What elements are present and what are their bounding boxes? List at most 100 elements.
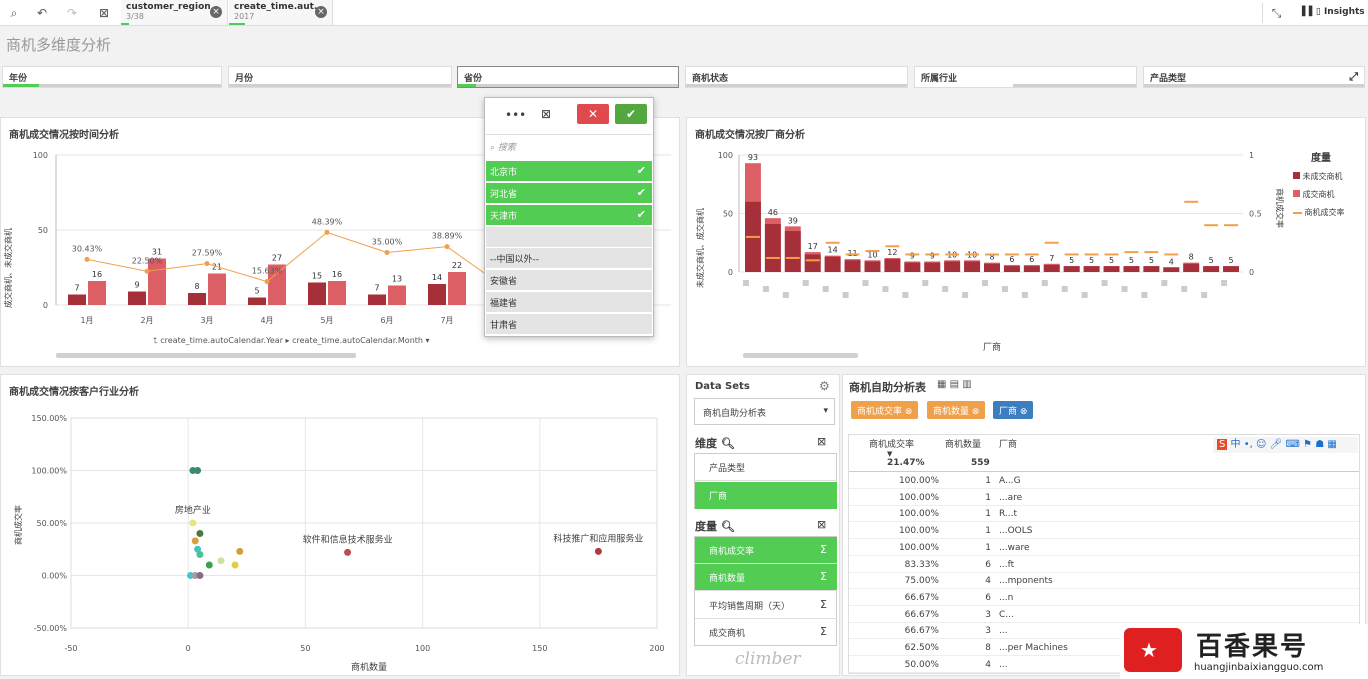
check-icon: ✔: [636, 186, 646, 199]
legend-item[interactable]: 未成交商机: [1293, 168, 1345, 186]
close-icon[interactable]: ⊗: [1020, 407, 1028, 417]
table-row[interactable]: 100.00% 1 ...ware: [849, 540, 1359, 556]
field-chip[interactable]: 商机数量 ⊗: [927, 401, 986, 419]
gear-icon[interactable]: ⚙: [819, 379, 830, 393]
clear-selections-icon[interactable]: ⊠: [92, 3, 116, 23]
divider: [849, 471, 1359, 472]
data-label: 22: [452, 261, 462, 270]
expand-icon[interactable]: ⤢: [1349, 70, 1358, 84]
column-header[interactable]: 商机数量: [945, 437, 981, 453]
filter-industry[interactable]: 所属行业: [914, 66, 1137, 88]
measure-item[interactable]: 商机数量 Σ: [695, 564, 837, 591]
table-cell: 100.00%: [898, 492, 939, 503]
x-tick-label: 7月: [440, 316, 453, 325]
table-icon[interactable]: ▦ ▤ ▥: [937, 379, 972, 390]
search-icon[interactable]: 🔍︎: [721, 520, 735, 533]
sigma-icon: Σ: [820, 625, 827, 638]
list-item[interactable]: 河北省 ✔: [486, 183, 652, 203]
table-row[interactable]: 75.00% 4 ...mponents: [849, 573, 1359, 590]
dimension-path[interactable]: ⮤ create_time.autoCalendar.Year ▸ create…: [153, 336, 430, 346]
table-cell: ...ft: [999, 559, 1015, 570]
cancel-button[interactable]: ✕: [577, 104, 609, 124]
vendor-chart[interactable]: 05010000.5193463917141110129910108667555…: [687, 118, 1367, 368]
x-tick-label-blur: [922, 280, 929, 286]
measures-heading: 度量 🔍︎: [695, 518, 735, 534]
measure-item[interactable]: 商机成交率 Σ: [695, 537, 837, 564]
scrollbar[interactable]: [56, 353, 356, 358]
list-item[interactable]: 福建省: [486, 292, 652, 312]
field-chip[interactable]: 厂商 ⊗: [993, 401, 1034, 419]
close-icon[interactable]: ×: [315, 6, 327, 18]
legend-item[interactable]: 成交商机: [1293, 186, 1345, 204]
point-label: 科技推广和应用服务业: [553, 532, 643, 544]
selection-value: 2017: [234, 12, 255, 21]
column-header[interactable]: 厂商: [999, 437, 1017, 453]
close-icon[interactable]: ×: [210, 6, 222, 18]
point-label: 房地产业: [175, 504, 211, 516]
x-tick-label-blur: [1201, 292, 1208, 298]
legend-title: 度量: [1311, 153, 1331, 164]
listbox-search[interactable]: ⌕ 搜索: [486, 134, 652, 158]
filter-product[interactable]: 产品类型 ⤢: [1143, 66, 1365, 88]
filter-status[interactable]: 商机状态: [685, 66, 908, 88]
x-tick-label-blur: [1221, 280, 1228, 286]
bar-unclosed: [944, 261, 961, 272]
legend-label: 成交商机: [1302, 190, 1335, 199]
list-item[interactable]: 天津市 ✔: [486, 205, 652, 225]
dim-item[interactable]: 厂商: [695, 482, 837, 509]
bar-unclosed: [428, 284, 446, 305]
filter-bar-selected: [458, 84, 476, 87]
table-row[interactable]: 100.00% 1 R...t: [849, 506, 1359, 523]
close-icon[interactable]: ⊗: [905, 407, 913, 417]
confirm-button[interactable]: ✔: [615, 104, 647, 124]
step-forward-icon[interactable]: ↷: [60, 3, 84, 23]
list-item[interactable]: 北京市 ✔: [486, 161, 652, 181]
more-icon[interactable]: •••: [505, 108, 526, 122]
table-row[interactable]: 100.00% 1 ...OOLS: [849, 523, 1359, 540]
measure-item[interactable]: 平均销售周期（天） Σ: [695, 592, 837, 619]
clear-icon[interactable]: ⊠: [817, 435, 826, 448]
table-cell: R...t: [999, 509, 1018, 520]
insights-button[interactable]: ▌▌▯ Insights: [1302, 7, 1365, 17]
x-tick-label-blur: [1181, 286, 1188, 292]
clear-selection-icon[interactable]: ⊠: [541, 107, 551, 121]
close-icon[interactable]: ⊗: [972, 407, 980, 417]
x-tick-label-blur: [1001, 286, 1008, 292]
search-icon[interactable]: 🔍︎: [721, 437, 735, 450]
table-row[interactable]: 83.33% 6 ...ft: [849, 557, 1359, 573]
table-row[interactable]: 66.67% 3 C...: [849, 607, 1359, 623]
scrollbar[interactable]: [743, 353, 858, 358]
table-row[interactable]: 66.67% 6 ...n: [849, 590, 1359, 606]
filter-month[interactable]: 月份: [228, 66, 452, 88]
measure-item[interactable]: 成交商机 Σ: [695, 619, 837, 646]
filter-label: 产品类型: [1150, 74, 1187, 84]
list-item[interactable]: 甘肃省: [486, 314, 652, 334]
x-tick-label: 3月: [200, 316, 213, 325]
bar-unclosed: [764, 224, 781, 272]
scatter-point: [194, 467, 202, 474]
data-label: 5: [254, 287, 259, 296]
list-item[interactable]: [486, 227, 652, 247]
fullscreen-icon[interactable]: ⤡: [1262, 3, 1290, 23]
clear-icon[interactable]: ⊠: [817, 518, 826, 531]
table-row[interactable]: 100.00% 1 A...G: [849, 473, 1359, 489]
dataset-select[interactable]: 商机自助分析表 ▾: [694, 398, 835, 425]
selection-tab-region[interactable]: customer_region 3/38 ×: [121, 0, 228, 25]
dim-item[interactable]: 产品类型: [695, 454, 837, 481]
field-chip[interactable]: 商机成交率 ⊗: [851, 401, 919, 419]
data-label: 46: [768, 208, 778, 217]
list-item[interactable]: 安徽省: [486, 270, 652, 290]
step-back-icon[interactable]: ↶: [30, 3, 54, 23]
table-row[interactable]: 100.00% 1 ...are: [849, 490, 1359, 506]
legend-item[interactable]: 商机成交率: [1293, 204, 1345, 222]
data-label: 12: [887, 248, 897, 257]
datasets-label: Data Sets: [695, 381, 750, 392]
x-tick-label-blur: [1041, 280, 1048, 286]
filter-province[interactable]: 省份: [457, 66, 679, 88]
list-item[interactable]: --中国以外--: [486, 248, 652, 268]
x-tick-label: 200: [649, 644, 664, 653]
selection-tab-time[interactable]: create_time.aut... 2017 ×: [229, 0, 333, 25]
smart-search-icon[interactable]: ⌕: [2, 3, 26, 23]
filter-year[interactable]: 年份: [2, 66, 222, 88]
scatter-chart[interactable]: -50 0 50 100 150 200 -50.00% 0.00% 50.00% 100.00%…: [1, 375, 681, 677]
